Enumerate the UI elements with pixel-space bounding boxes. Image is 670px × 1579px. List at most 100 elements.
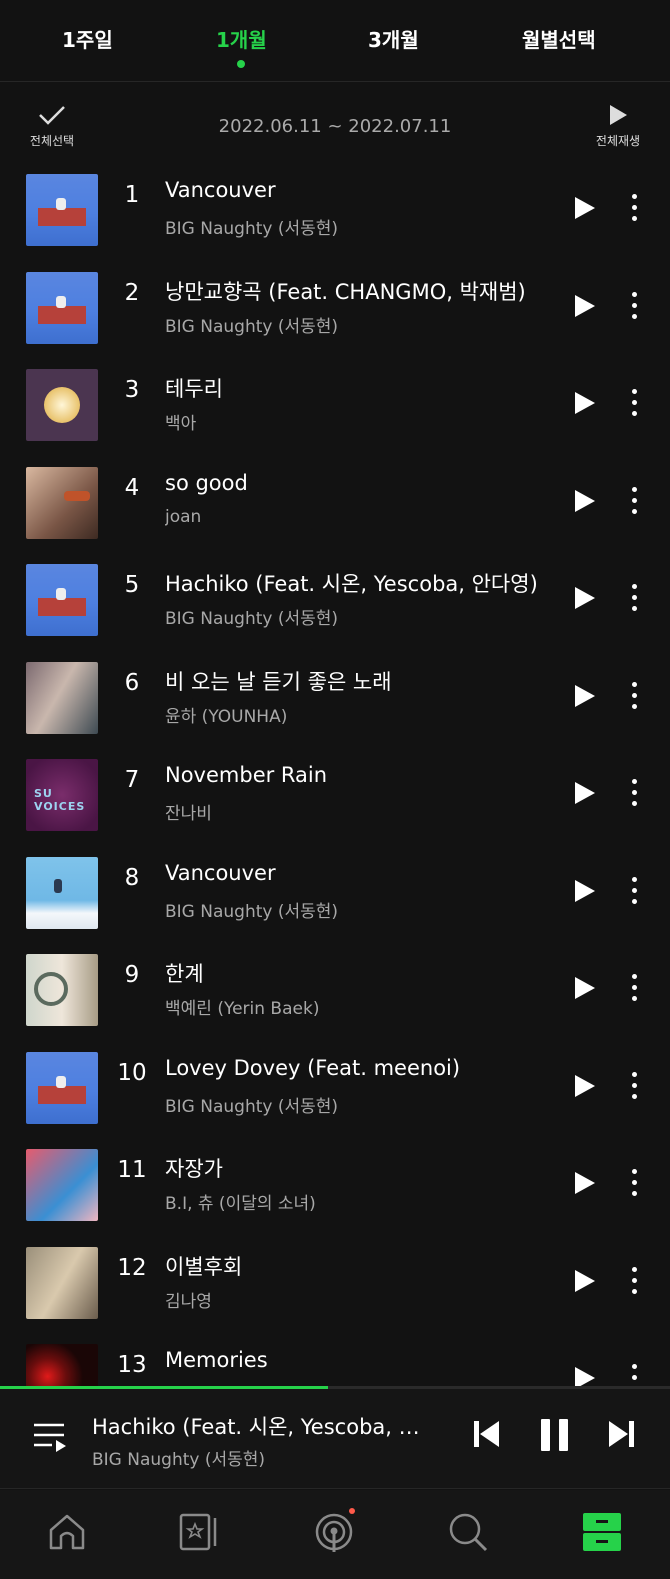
more-options-icon[interactable]	[622, 192, 646, 224]
podcast-tab[interactable]	[312, 1508, 356, 1554]
album-art[interactable]	[26, 369, 98, 441]
album-art[interactable]	[26, 661, 98, 734]
play-icon[interactable]	[570, 292, 598, 320]
date-range: 2022.06.11 ~ 2022.07.11	[218, 116, 452, 137]
more-options-icon[interactable]	[622, 1362, 646, 1388]
play-all-button[interactable]: 전체재생	[586, 104, 650, 149]
track-row[interactable]: 11 자장가 B.I, 츄 (이달의 소녀)	[0, 1147, 670, 1245]
album-art[interactable]	[26, 174, 98, 246]
now-playing-artist: BIG Naughty (서동현)	[92, 1450, 266, 1470]
track-artist: 김나영	[165, 1291, 212, 1312]
track-row[interactable]: 1 Vancouver BIG Naughty (서동현)	[0, 172, 670, 270]
track-rank: 7	[124, 767, 140, 793]
track-row[interactable]: 8 Vancouver BIG Naughty (서동현)	[0, 855, 670, 953]
next-track-icon[interactable]	[606, 1417, 636, 1451]
track-artist: BIG Naughty (서동현)	[165, 316, 339, 337]
track-title: 자장가	[165, 1157, 223, 1181]
more-options-icon[interactable]	[622, 1167, 646, 1199]
track-row[interactable]: 3 테두리 백아	[0, 367, 670, 465]
track-title: Lovey Dovey (Feat. meenoi)	[165, 1055, 461, 1080]
track-rank: 3	[124, 377, 140, 403]
search-icon[interactable]	[446, 1510, 490, 1554]
track-row[interactable]: 5 Hachiko (Feat. 시온, Yescoba, 안다영) BIG Nau…	[0, 562, 670, 660]
play-icon[interactable]	[570, 974, 598, 1002]
more-options-icon[interactable]	[622, 290, 646, 322]
track-rank: 2	[124, 279, 140, 306]
track-title: November Rain	[165, 763, 328, 787]
previous-track-icon[interactable]	[472, 1417, 502, 1451]
play-icon[interactable]	[570, 1364, 598, 1388]
more-options-icon[interactable]	[622, 485, 646, 517]
track-row[interactable]: 6 비 오는 날 듣기 좋은 노래 윤하 (YOUNHA)	[0, 660, 670, 758]
track-rank: 13	[117, 1352, 147, 1378]
track-list: 1 Vancouver BIG Naughty (서동현) 2 낭만교향곡 (Feat.…	[0, 172, 670, 1388]
tab-1-month[interactable]: 1개월	[216, 24, 267, 68]
track-artist: B.I, 츄 (이달의 소녀)	[165, 1194, 316, 1214]
track-title: so good	[165, 470, 248, 495]
play-icon[interactable]	[570, 682, 598, 710]
bottom-navigation	[0, 1490, 670, 1579]
tab-label: 1개월	[216, 28, 267, 52]
more-options-icon[interactable]	[622, 387, 646, 419]
more-options-icon[interactable]	[622, 875, 646, 907]
track-title: 낭만교향곡 (Feat. CHANGMO, 박재범)	[165, 279, 526, 304]
track-artist: BIG Naughty (서동현)	[165, 901, 339, 922]
track-row[interactable]: 10 Lovey Dovey (Feat. meenoi) BIG Naughty …	[0, 1050, 670, 1148]
album-art[interactable]	[26, 271, 98, 344]
album-art[interactable]	[26, 1051, 98, 1124]
more-options-icon[interactable]	[622, 680, 646, 712]
library-card-icon[interactable]	[178, 1510, 222, 1554]
track-row[interactable]: 13 Memories	[0, 1342, 670, 1388]
track-artist: 윤하 (YOUNHA)	[165, 706, 288, 727]
album-art[interactable]	[26, 1149, 98, 1221]
tab-1-week[interactable]: 1주일	[62, 24, 113, 53]
album-art-text: SU VOICES	[34, 787, 86, 813]
track-row[interactable]: 4 so good joan	[0, 465, 670, 563]
my-storage-icon[interactable]	[580, 1510, 624, 1554]
track-artist: 백예린 (Yerin Baek)	[165, 999, 320, 1019]
track-title: Vancouver	[165, 860, 276, 885]
album-art[interactable]	[26, 954, 98, 1026]
play-icon[interactable]	[570, 877, 598, 905]
play-icon[interactable]	[570, 1267, 598, 1295]
play-icon[interactable]	[570, 487, 598, 515]
track-row[interactable]: 9 한계 백예린 (Yerin Baek)	[0, 952, 670, 1050]
track-row[interactable]: SU VOICES 7 November Rain 잔나비	[0, 757, 670, 855]
play-icon[interactable]	[570, 389, 598, 417]
track-row[interactable]: 2 낭만교향곡 (Feat. CHANGMO, 박재범) BIG Naughty (…	[0, 270, 670, 368]
track-rank: 4	[124, 474, 140, 501]
play-icon[interactable]	[570, 194, 598, 222]
tab-monthly-select[interactable]: 월별선택	[522, 24, 596, 53]
play-icon[interactable]	[570, 779, 598, 807]
track-rank: 8	[124, 864, 140, 891]
track-artist: 잔나비	[165, 804, 212, 824]
more-options-icon[interactable]	[622, 777, 646, 809]
album-art[interactable]	[26, 564, 98, 636]
more-options-icon[interactable]	[622, 582, 646, 614]
track-title: 테두리	[165, 377, 223, 401]
home-icon[interactable]	[45, 1510, 89, 1554]
album-art[interactable]	[26, 1246, 98, 1319]
playlist-queue-icon[interactable]	[32, 1421, 68, 1455]
track-rank: 12	[117, 1254, 147, 1281]
track-rank: 1	[124, 182, 140, 208]
play-icon[interactable]	[570, 584, 598, 612]
tab-3-months[interactable]: 3개월	[368, 24, 419, 53]
track-title: 비 오는 날 듣기 좋은 노래	[165, 669, 392, 694]
album-art[interactable]: SU VOICES	[26, 759, 98, 831]
track-artist: joan	[165, 506, 202, 527]
mini-player[interactable]: Hachiko (Feat. 시온, Yescoba, 안다영) BIG Nau…	[0, 1389, 670, 1489]
pause-icon[interactable]	[538, 1417, 572, 1453]
album-art[interactable]	[26, 466, 98, 539]
now-playing-title: Hachiko (Feat. 시온, Yescoba, 안다영)	[92, 1415, 432, 1439]
active-tab-indicator	[237, 60, 246, 68]
more-options-icon[interactable]	[622, 972, 646, 1004]
play-icon[interactable]	[570, 1072, 598, 1100]
more-options-icon[interactable]	[622, 1265, 646, 1297]
track-row[interactable]: 12 이별후회 김나영	[0, 1245, 670, 1343]
track-rank: 11	[117, 1157, 147, 1183]
play-icon[interactable]	[570, 1169, 598, 1197]
album-art[interactable]	[26, 856, 98, 929]
more-options-icon[interactable]	[622, 1070, 646, 1102]
album-art[interactable]	[26, 1344, 98, 1388]
